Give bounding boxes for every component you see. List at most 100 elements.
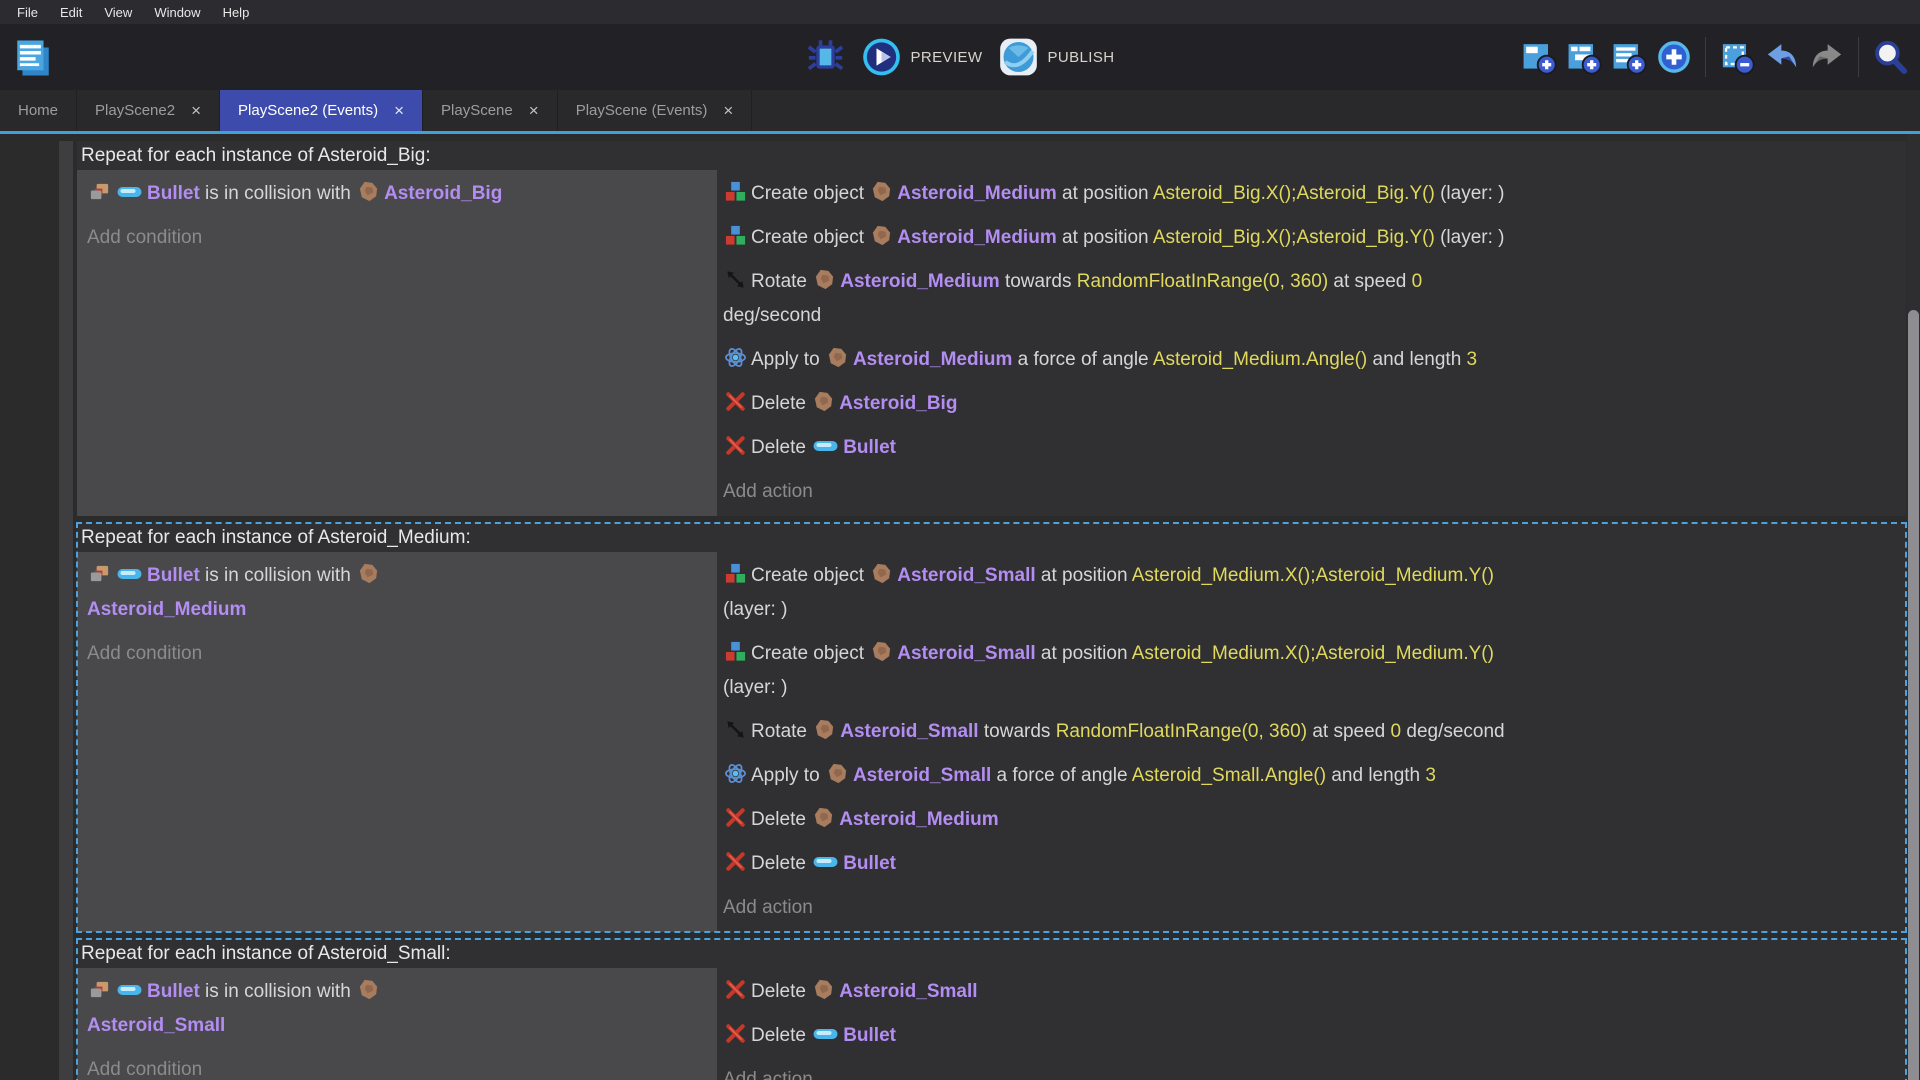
add-action-button[interactable]: Add action <box>723 470 1906 514</box>
add-condition-button[interactable]: Add condition <box>87 216 713 260</box>
debug-icon[interactable] <box>806 37 846 77</box>
delete-icon <box>724 806 747 829</box>
tab-playscene2[interactable]: PlayScene2 × <box>77 90 221 131</box>
expression-value: RandomFloatInRange(0, 360) <box>1055 721 1308 742</box>
action-row[interactable]: Create object Asteroid_Small at position… <box>723 632 1906 710</box>
instruction-text: (layer: ) <box>1434 227 1505 248</box>
tab-home[interactable]: Home <box>0 90 78 131</box>
bullet-icon <box>812 1022 839 1042</box>
action-row[interactable]: Apply to Asteroid_Medium a force of angl… <box>723 338 1906 382</box>
events-list: Repeat for each instance of Asteroid_Big… <box>76 141 1907 1080</box>
instruction-text: deg/second <box>723 305 822 326</box>
tab-label: PlayScene <box>441 102 513 119</box>
instruction-text: is in collision with <box>199 183 357 204</box>
action-row[interactable]: Delete Bullet <box>723 426 1906 470</box>
condition-row[interactable]: Bullet is in collision with Asteroid_Sma… <box>87 970 713 1048</box>
action-row[interactable]: Delete Asteroid_Big <box>723 382 1906 426</box>
add-event-icon[interactable] <box>1521 39 1557 75</box>
condition-row[interactable]: Bullet is in collision with Asteroid_Big <box>87 172 713 216</box>
menu-view[interactable]: View <box>93 5 143 20</box>
asteroid-icon <box>870 180 893 203</box>
delete-icon <box>724 850 747 873</box>
object-name: Bullet <box>147 183 200 204</box>
menu-window[interactable]: Window <box>143 5 211 20</box>
tab-playscene[interactable]: PlayScene × <box>423 90 558 131</box>
action-row[interactable]: Rotate Asteroid_Small towards RandomFloa… <box>723 710 1906 754</box>
action-row[interactable]: Create object Asteroid_Small at position… <box>723 554 1906 632</box>
close-icon[interactable]: × <box>723 102 733 119</box>
tab-playscene2-events[interactable]: PlayScene2 (Events) × <box>220 90 424 131</box>
add-comment-icon[interactable] <box>1611 39 1647 75</box>
asteroid-icon <box>812 806 835 829</box>
add-condition-button[interactable]: Add condition <box>87 632 713 676</box>
actions-panel: Create object Asteroid_Medium at positio… <box>717 170 1906 516</box>
event-header[interactable]: Repeat for each instance of Asteroid_Sma… <box>77 939 1906 968</box>
undo-icon[interactable] <box>1764 39 1800 75</box>
action-row[interactable]: Create object Asteroid_Medium at positio… <box>723 172 1906 216</box>
close-icon[interactable]: × <box>191 102 201 119</box>
asteroid-icon <box>826 762 849 785</box>
expression-value: Asteroid_Medium.X();Asteroid_Medium.Y() <box>1131 643 1494 664</box>
add-subevent-icon[interactable] <box>1566 39 1602 75</box>
redo-icon[interactable] <box>1809 39 1845 75</box>
tab-playscene-events[interactable]: PlayScene (Events) × <box>558 90 753 131</box>
asteroid-icon <box>870 224 893 247</box>
action-row[interactable]: Create object Asteroid_Medium at positio… <box>723 216 1906 260</box>
expression-value: Asteroid_Big.X();Asteroid_Big.Y() <box>1152 183 1435 204</box>
publish-icon <box>998 37 1038 77</box>
add-condition-button[interactable]: Add condition <box>87 1048 713 1080</box>
object-name: Bullet <box>843 437 896 458</box>
instruction-text: Create object <box>751 183 870 204</box>
action-row[interactable]: Rotate Asteroid_Medium towards RandomFlo… <box>723 260 1906 338</box>
menu-help[interactable]: Help <box>212 5 261 20</box>
asteroid-icon <box>813 718 836 741</box>
menu-file[interactable]: File <box>6 5 49 20</box>
asteroid-icon <box>826 346 849 369</box>
toolbar-separator <box>1705 37 1706 77</box>
add-condition-label: Add condition <box>87 643 203 664</box>
object-name: Asteroid_Big <box>384 183 503 204</box>
toolbar-right <box>1521 24 1908 90</box>
vertical-scrollbar[interactable] <box>1907 134 1920 1080</box>
instruction-text: Create object <box>751 643 870 664</box>
add-condition-label: Add condition <box>87 227 203 248</box>
asteroid-icon <box>812 390 835 413</box>
action-row[interactable]: Delete Asteroid_Medium <box>723 798 1906 842</box>
action-row[interactable]: Apply to Asteroid_Small a force of angle… <box>723 754 1906 798</box>
rotate-icon <box>724 268 747 291</box>
object-name: Asteroid_Medium <box>87 599 247 620</box>
add-circle-icon[interactable] <box>1656 39 1692 75</box>
object-name: Asteroid_Small <box>839 981 978 1002</box>
add-condition-label: Add condition <box>87 1059 203 1080</box>
add-action-button[interactable]: Add action <box>723 886 1906 930</box>
publish-button[interactable]: PUBLISH <box>998 37 1114 77</box>
condition-row[interactable]: Bullet is in collision with Asteroid_Med… <box>87 554 713 632</box>
instruction-text: at position <box>1056 183 1153 204</box>
menu-edit[interactable]: Edit <box>49 5 93 20</box>
event-header[interactable]: Repeat for each instance of Asteroid_Med… <box>77 523 1906 552</box>
action-row[interactable]: Delete Asteroid_Small <box>723 970 1906 1014</box>
delete-selection-icon[interactable] <box>1719 39 1755 75</box>
scrollbar-thumb[interactable] <box>1908 310 1919 1080</box>
object-name: Bullet <box>147 981 200 1002</box>
action-row[interactable]: Delete Bullet <box>723 1014 1906 1058</box>
close-icon[interactable]: × <box>529 102 539 119</box>
collision-icon <box>88 180 111 203</box>
instruction-text: Rotate <box>751 721 813 742</box>
conditions-panel: Bullet is in collision with Asteroid_Med… <box>77 552 717 932</box>
object-name: Bullet <box>147 565 200 586</box>
action-row[interactable]: Delete Bullet <box>723 842 1906 886</box>
tab-label: PlayScene2 <box>95 102 176 119</box>
instruction-text: towards <box>978 721 1056 742</box>
conditions-panel: Bullet is in collision with Asteroid_Sma… <box>77 968 717 1080</box>
instruction-text: at speed <box>1307 721 1391 742</box>
event-header[interactable]: Repeat for each instance of Asteroid_Big… <box>77 141 1906 170</box>
search-icon[interactable] <box>1872 39 1908 75</box>
app-logo-icon[interactable] <box>12 37 54 79</box>
object-name: Asteroid_Medium <box>897 183 1057 204</box>
preview-label: PREVIEW <box>910 48 983 66</box>
expression-value: 3 <box>1466 349 1478 370</box>
close-icon[interactable]: × <box>394 102 404 119</box>
add-action-button[interactable]: Add action <box>723 1058 1906 1080</box>
preview-button[interactable]: PREVIEW <box>862 37 983 77</box>
